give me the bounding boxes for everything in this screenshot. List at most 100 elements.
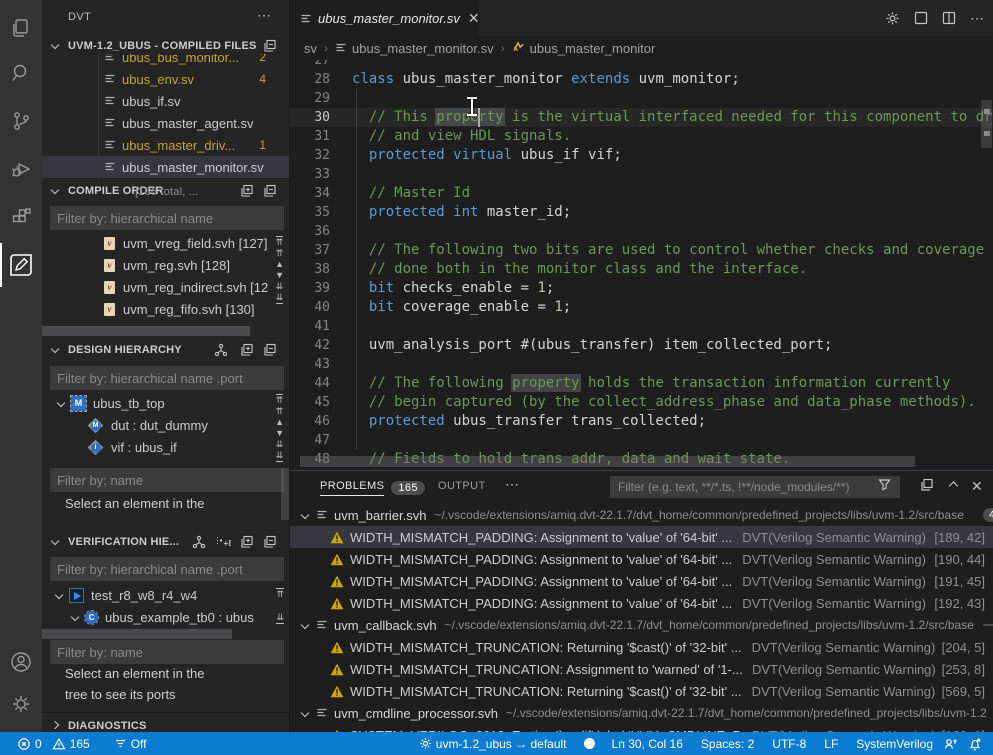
settings-gear-icon[interactable] (0, 682, 42, 726)
code-line-32[interactable]: 32 protected virtual ubus_if vif; (290, 146, 993, 165)
filter-status[interactable]: Off (109, 732, 152, 755)
tree-item-ubus-tb-top[interactable]: Mubus_tb_top (42, 392, 290, 414)
code-line-34[interactable]: 34 // Master Id (290, 184, 993, 203)
tree-item-dut-dut-dummy[interactable]: Mdut : dut_dummy (42, 414, 290, 436)
breadcrumb-file[interactable]: ubus_master_monitor.sv (335, 41, 494, 56)
file-item-ubus-env-sv[interactable]: ubus_env.sv4 (42, 68, 290, 90)
code-line-36[interactable]: 36 (290, 222, 993, 241)
chevron-down-icon[interactable] (71, 613, 79, 621)
cursor-position-status[interactable]: Ln 30, Col 16 (607, 732, 688, 755)
file-item-ubus-master-monitor-sv[interactable]: ubus_master_monitor.sv (42, 156, 290, 178)
maximize-panel-icon[interactable] (947, 478, 960, 496)
move-up-icon[interactable]: ▲ (275, 417, 284, 428)
code-line-43[interactable]: 43 (290, 355, 993, 374)
code-line-46[interactable]: 46 protected ubus_transfer trans_collect… (290, 412, 993, 431)
tab-ubus-master-monitor[interactable]: ubus_master_monitor.sv ✕ (290, 0, 480, 36)
collapse-all-icon[interactable] (263, 343, 279, 359)
chevron-down-icon[interactable] (55, 591, 63, 599)
indentation-status[interactable]: Spaces: 2 (696, 732, 759, 755)
breadcrumb-class[interactable]: ubus_master_monitor (512, 41, 656, 56)
compile-order-item[interactable]: vuvm_reg_indirect.svh [12 (42, 276, 290, 298)
file-item-ubus-if-sv[interactable]: ubus_if.sv (42, 90, 290, 112)
problem-warning-row[interactable]: WIDTH_MISMATCH_PADDING: Assignment to 'v… (290, 548, 993, 570)
move-top-icon[interactable]: ⇈ (276, 394, 284, 406)
extensions-icon[interactable] (0, 195, 42, 239)
code-line-37[interactable]: 37 // The following two bits are used to… (290, 241, 993, 260)
compile-order-item[interactable]: vuvm_reg.svh [128] (42, 254, 290, 276)
problem-warning-row[interactable]: WIDTH_MISMATCH_PADDING: Assignment to 'v… (290, 526, 993, 548)
chevron-down-icon[interactable] (301, 621, 309, 629)
view-more-actions-icon[interactable]: ⋯ (257, 7, 272, 24)
reorder-arrows[interactable]: ⇈⇈▲▼⇊⇊ (275, 394, 284, 462)
expand-all-icon[interactable] (240, 184, 256, 200)
dvt-status-indicator[interactable] (578, 732, 601, 755)
split-editor-icon[interactable] (942, 11, 956, 25)
more-panel-tabs-icon[interactable]: ⋯ (505, 476, 520, 493)
file-item-ubus-master-driv-[interactable]: ubus_master_driv...1 (42, 134, 290, 156)
collapse-all-icon[interactable] (263, 39, 279, 55)
expand-all-icon[interactable] (240, 343, 256, 359)
chevron-down-icon[interactable] (57, 399, 65, 407)
design-hierarchy-filter-input[interactable] (50, 366, 284, 390)
move-up-page-icon[interactable]: ⇈ (276, 248, 284, 259)
reorder-arrows[interactable]: ⇈⇊ (276, 588, 284, 624)
verification-hierarchy-filter-input[interactable] (50, 557, 284, 581)
tree-item-test-r8-w8-r4-w4[interactable]: test_r8_w8_r4_w4 (42, 584, 290, 606)
open-in-editor-icon[interactable] (920, 478, 934, 497)
file-item-ubus-master-agent-sv[interactable]: ubus_master_agent.sv (42, 112, 290, 134)
eol-status[interactable]: LF (819, 732, 843, 755)
chevron-down-icon[interactable] (301, 511, 309, 519)
verification-ports-filter-input[interactable] (50, 640, 284, 664)
compile-order-filter-input[interactable] (50, 206, 284, 230)
editor-vertical-scrollbar[interactable] (981, 100, 992, 148)
code-line-35[interactable]: 35 protected int master_id; (290, 203, 993, 222)
feedback-icon[interactable] (938, 732, 963, 755)
collapse-all-icon[interactable] (263, 535, 279, 551)
problem-warning-row[interactable]: WIDTH_MISMATCH_TRUNCATION: Returning '$c… (290, 680, 993, 702)
code-line-47[interactable]: 47 (290, 431, 993, 450)
move-bottom-icon[interactable]: ⇊ (276, 450, 284, 462)
code-line-42[interactable]: 42 uvm_analysis_port #(ubus_transfer) it… (290, 336, 993, 355)
filter-funnel-icon[interactable] (878, 478, 891, 496)
problem-warning-row[interactable]: WIDTH_MISMATCH_PADDING: Assignment to 'v… (290, 570, 993, 592)
problem-warning-row[interactable]: SYSTEM_VERILOG_2012_E...ting '`endif' la… (290, 724, 993, 732)
source-control-icon[interactable] (0, 99, 42, 143)
move-down-page-icon[interactable]: ⇊ (276, 281, 284, 292)
code-line-44[interactable]: 44 // The following property holds the t… (290, 374, 993, 393)
encoding-status[interactable]: UTF-8 (767, 732, 811, 755)
code-line-40[interactable]: 40 bit coverage_enable = 1; (290, 298, 993, 317)
close-panel-icon[interactable]: ✕ (971, 478, 983, 495)
components-count-icon[interactable]: +8 (215, 535, 231, 551)
move-down-page-icon[interactable]: ⇊ (276, 439, 284, 450)
notifications-bell-icon[interactable] (963, 732, 987, 755)
hierarchy-icon[interactable] (214, 343, 230, 359)
vertical-scrollbar[interactable] (281, 468, 289, 520)
problem-warning-row[interactable]: WIDTH_MISMATCH_TRUNCATION: Assignment to… (290, 658, 993, 680)
language-mode-status[interactable]: SystemVerilog (851, 732, 938, 755)
dvt-icon[interactable] (0, 243, 42, 287)
code-editor[interactable]: 2728class ubus_master_monitor extends uv… (290, 60, 993, 470)
section-header-verification-hierarchy[interactable]: VERIFICATION HIE... +8 (42, 533, 290, 553)
problem-file-row[interactable]: uvm_cmdline_processor.svh~/.vscode/exten… (290, 702, 993, 724)
problems-filter-input[interactable] (610, 476, 900, 498)
move-top-icon[interactable]: ⇈ (276, 236, 284, 248)
collapse-all-icon[interactable] (263, 184, 279, 200)
tree-item-ubus-example-tb0-ubus[interactable]: Cubus_example_tb0 : ubus (42, 606, 290, 628)
section-header-compile-order[interactable]: COMPILE ORDER [166 total, ... (42, 182, 290, 202)
hierarchy-icon[interactable] (192, 535, 208, 551)
settings-gear-icon[interactable] (885, 11, 900, 26)
editor-horizontal-scrollbar[interactable] (300, 456, 915, 467)
move-bottom-icon[interactable]: ⇊ (276, 612, 284, 624)
move-down-icon[interactable]: ▼ (275, 270, 284, 281)
expand-all-icon[interactable] (240, 535, 256, 551)
move-top-icon[interactable]: ⇈ (276, 588, 284, 600)
close-icon[interactable]: ✕ (466, 10, 482, 27)
horizontal-scrollbar[interactable] (42, 629, 232, 639)
more-actions-icon[interactable]: ⋯ (970, 10, 985, 27)
project-config-status[interactable]: uvm-1.2_ubus → default (414, 732, 572, 755)
move-bottom-icon[interactable]: ⇊ (276, 292, 284, 304)
section-header-design-hierarchy[interactable]: DESIGN HIERARCHY (42, 341, 290, 361)
problem-warning-row[interactable]: WIDTH_MISMATCH_PADDING: Assignment to 'v… (290, 592, 993, 614)
run-debug-icon[interactable] (0, 147, 42, 191)
tree-item-vif-ubus-if[interactable]: ivif : ubus_if (42, 436, 290, 458)
